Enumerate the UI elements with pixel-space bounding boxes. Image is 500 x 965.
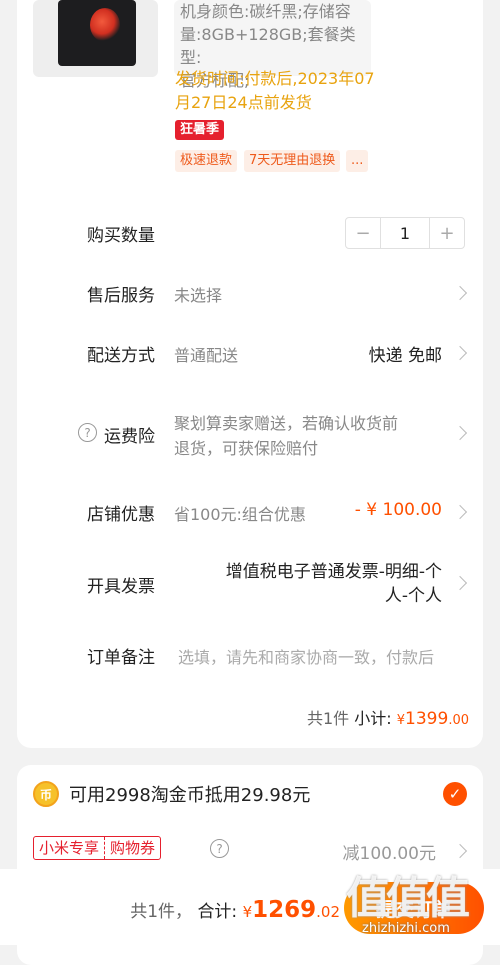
shop-discount-label: 店铺优惠 [87, 505, 155, 525]
subtotal-count: 共1件 [306, 709, 350, 728]
quantity-label: 购买数量 [87, 226, 155, 246]
voucher-tag: 小米专享 购物券 [33, 836, 162, 860]
note-row: 订单备注 选填，请先和商家协商一致，付款后 [17, 640, 483, 670]
check-icon[interactable]: ✓ [443, 782, 467, 806]
service-tag-return: 7天无理由退换 [244, 150, 341, 172]
order-card: 机身颜色:碳纤黑;存储容 量:8GB+128GB;套餐类型: 官方标配; 发货时… [17, 0, 483, 748]
after-sale-label: 售后服务 [87, 286, 155, 306]
coin-text: 可用2998淘金币抵用29.98元 [69, 785, 311, 806]
delivery-method: 快递 免邮 [368, 346, 442, 366]
help-icon[interactable]: ? [210, 839, 229, 858]
quantity-value[interactable]: 1 [380, 218, 430, 248]
service-tag-refund: 极速退款 [175, 150, 238, 172]
total-count: 共1件， [130, 902, 193, 922]
invoice-label: 开具发票 [87, 577, 155, 597]
after-sale-value: 未选择 [174, 286, 223, 305]
freight-insurance-row[interactable]: ? 运费险 聚划算卖家赠送，若确认收货前 退货，可获保险赔付 [17, 408, 483, 460]
total-int: 1269 [252, 897, 317, 923]
chevron-right-icon[interactable] [452, 843, 468, 859]
subtotal: 共1件 小计: ¥1399.00 [307, 705, 469, 729]
shop-discount-value: 省100元:组合优惠 [174, 505, 306, 524]
note-input[interactable]: 选填，请先和商家协商一致，付款后 [178, 644, 464, 668]
total: 共1件， 合计: ¥1269.02 [130, 897, 340, 923]
delivery-label: 配送方式 [87, 346, 155, 366]
note-label: 订单备注 [87, 648, 155, 668]
total-dec: .02 [316, 903, 340, 921]
watermark-url: zhizhizhi.com [362, 921, 450, 936]
invoice-line: 人-个人 [384, 586, 442, 606]
plus-button[interactable]: + [430, 218, 464, 248]
invoice-value: 增值税电子普通发票-明细-个 人-个人 [226, 560, 442, 608]
voucher-tag-left: 小米专享 [39, 839, 100, 857]
ship-line: 发货时间:付款后,2023年07 [175, 69, 375, 88]
product-spec-box[interactable]: 机身颜色:碳纤黑;存储容 量:8GB+128GB;套餐类型: 官方标配; [174, 0, 371, 90]
ship-time: 发货时间:付款后,2023年07 月27日24点前发货 [175, 67, 385, 115]
chevron-right-icon [452, 345, 468, 361]
subtotal-currency: ¥ [396, 713, 406, 728]
after-sale-row[interactable]: 售后服务 未选择 [17, 278, 483, 308]
delivery-value: 普通配送 [174, 346, 239, 365]
quantity-row: 购买数量 − 1 + [17, 217, 483, 249]
spec-line: 机身颜色:碳纤黑;存储容 [180, 2, 351, 21]
total-currency: ¥ [242, 903, 253, 921]
chevron-right-icon [452, 575, 468, 591]
subtotal-dec: .00 [448, 713, 469, 728]
invoice-row[interactable]: 开具发票 增值税电子普通发票-明细-个 人-个人 [17, 558, 483, 610]
shop-discount-amount: - ¥ 100.00 [354, 500, 442, 520]
freight-insurance-line: 退货，可获保险赔付 [174, 439, 319, 458]
total-label: 合计: [197, 902, 238, 922]
help-icon[interactable]: ? [78, 423, 97, 442]
voucher-amount: 减100.00元 [342, 844, 436, 864]
quantity-stepper[interactable]: − 1 + [345, 217, 465, 249]
phone-image [58, 0, 136, 66]
ship-line: 月27日24点前发货 [175, 93, 312, 112]
promo-tag: 狂暑季 [175, 120, 225, 140]
subtotal-label: 小计: [354, 709, 392, 728]
chevron-right-icon [452, 504, 468, 520]
shop-discount-row[interactable]: 店铺优惠 省100元:组合优惠 - ¥ 100.00 [17, 497, 483, 527]
freight-insurance-label: 运费险 [104, 427, 155, 447]
chevron-right-icon [452, 425, 468, 441]
minus-button[interactable]: − [346, 218, 380, 248]
subtotal-int: 1399 [405, 709, 449, 729]
delivery-row[interactable]: 配送方式 普通配送 快递 免邮 [17, 338, 483, 368]
product-thumbnail[interactable] [33, 0, 158, 77]
coin-icon: 币 [33, 781, 59, 807]
freight-insurance-line: 聚划算卖家赠送，若确认收货前 [174, 414, 399, 433]
spec-line: 量:8GB+128GB;套餐类型: [180, 25, 356, 67]
invoice-line: 增值税电子普通发票-明细-个 [225, 562, 442, 582]
chevron-right-icon [452, 285, 468, 301]
service-tag-more[interactable]: ... [346, 150, 369, 172]
voucher-tag-right: 购物券 [104, 837, 160, 859]
